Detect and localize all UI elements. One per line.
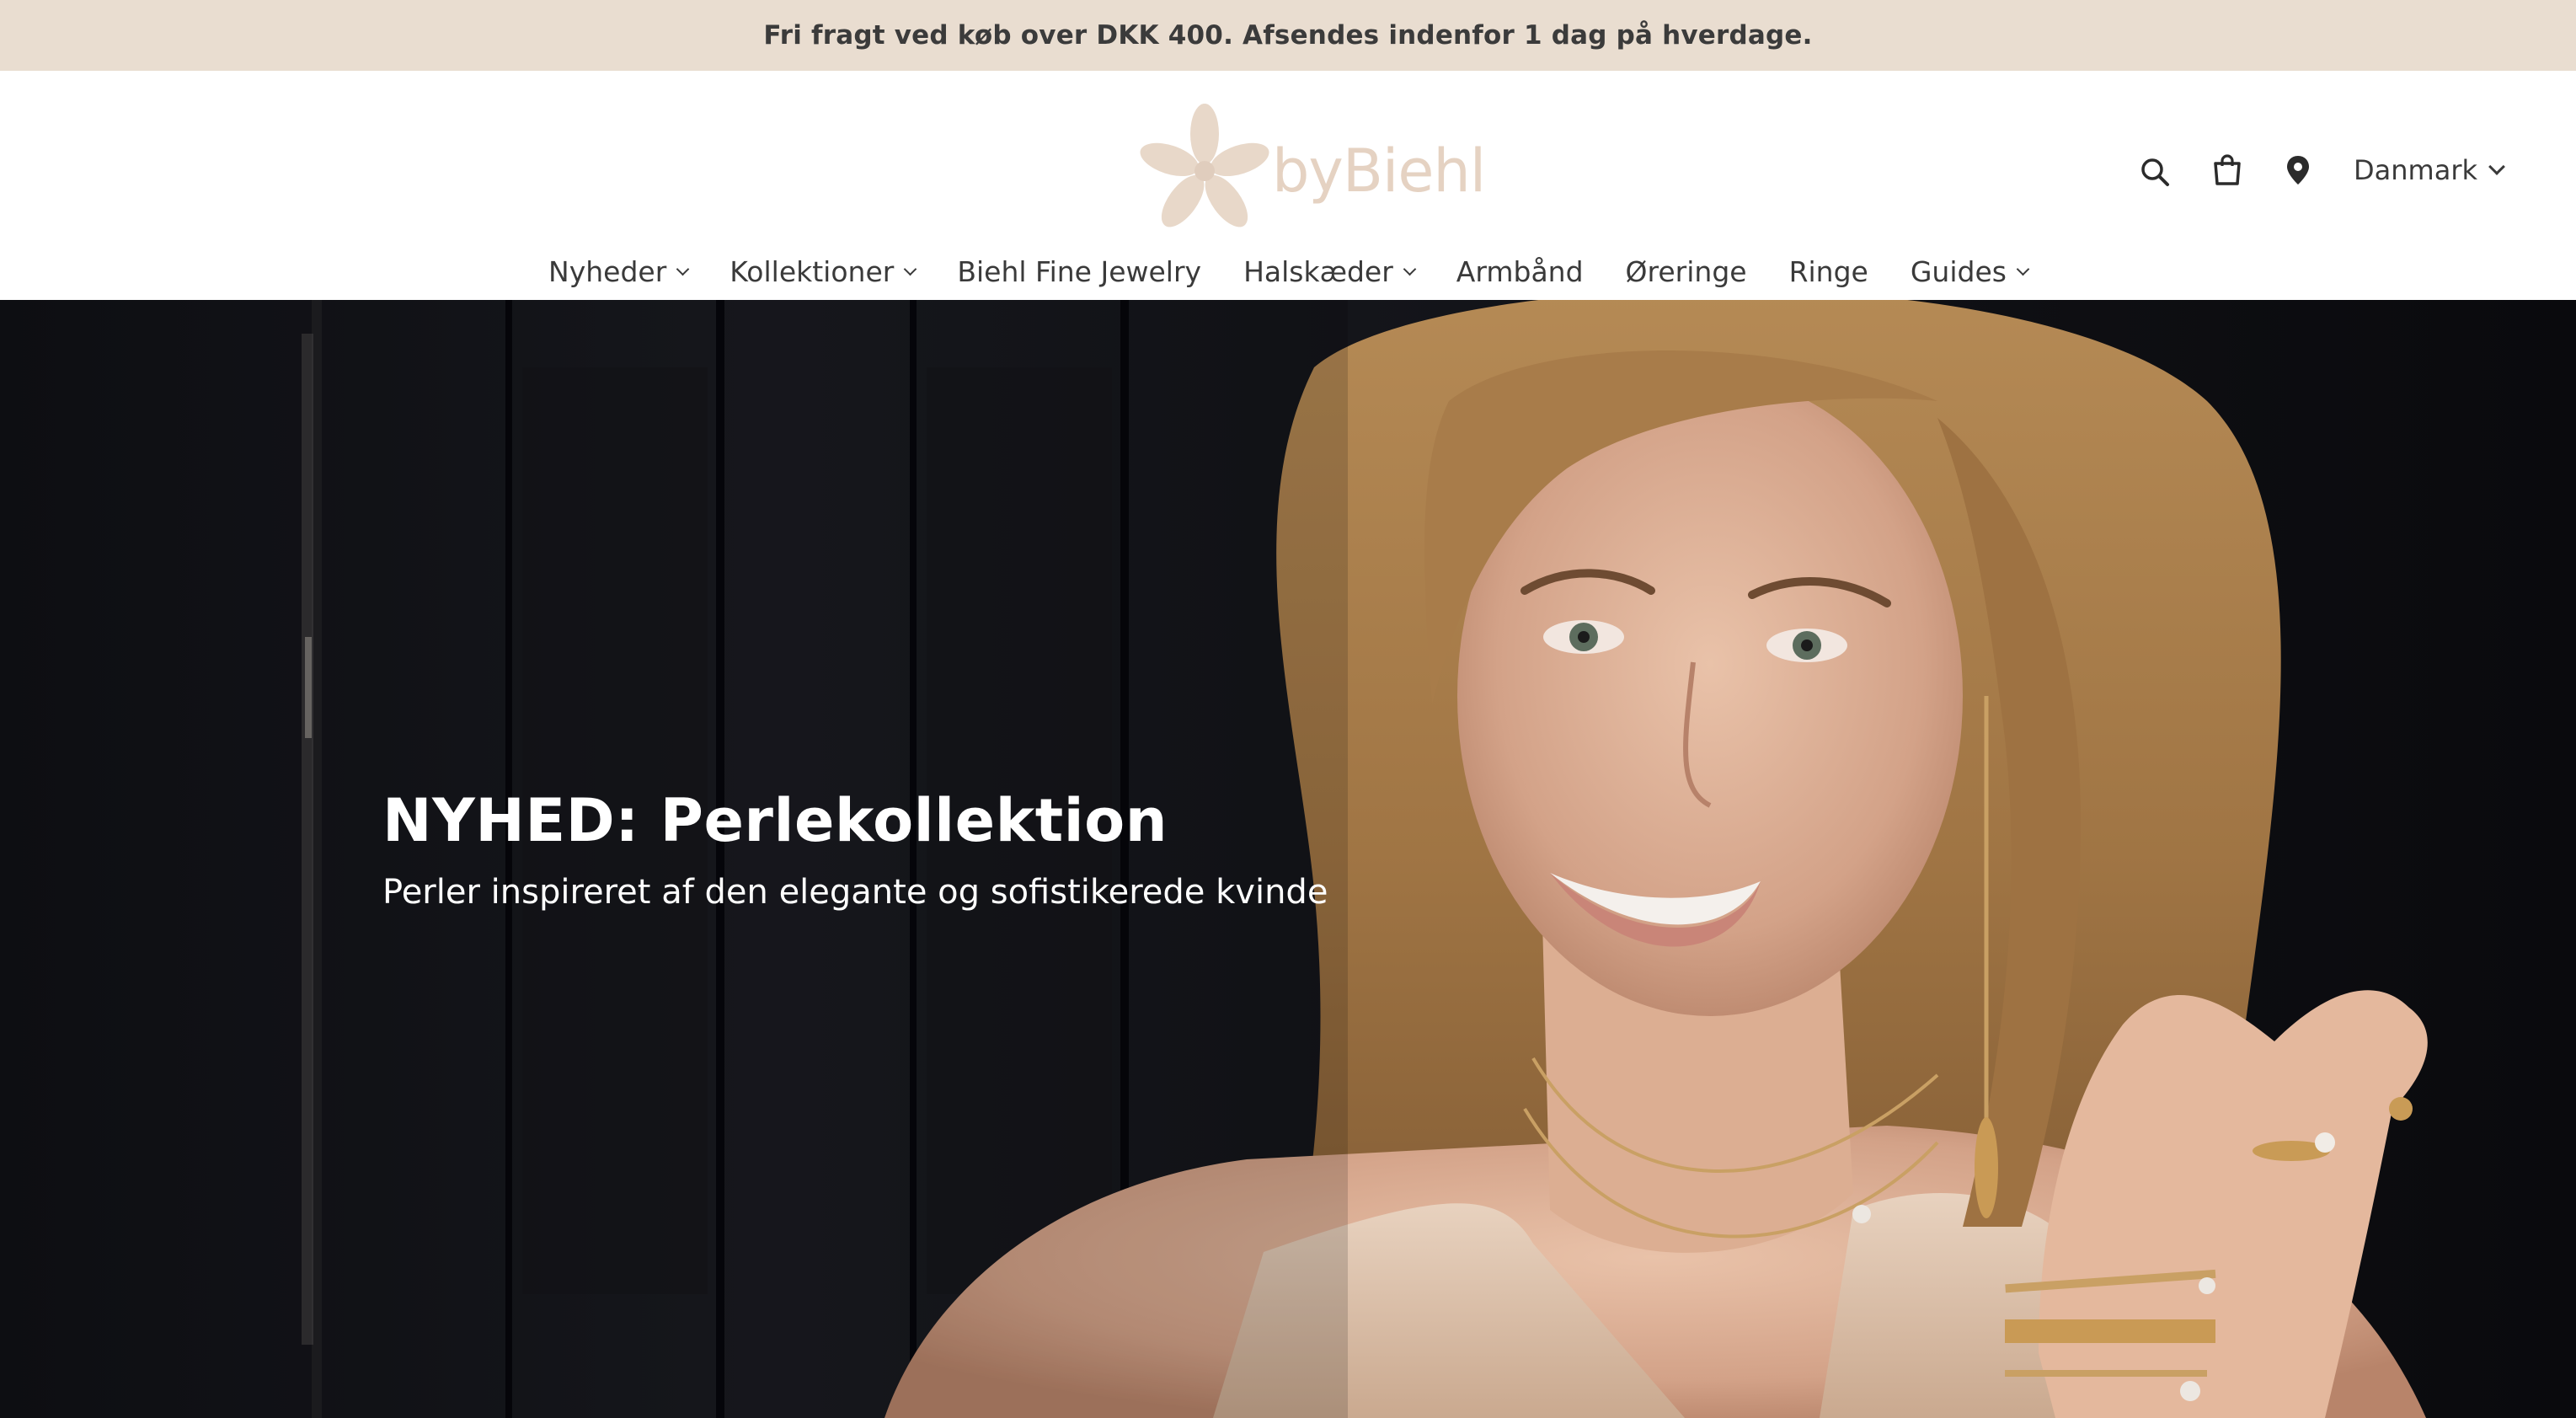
announcement-text: Fri fragt ved køb over DKK 400. Afsendes… — [763, 20, 1813, 51]
nav-item-label: Nyheder — [548, 254, 667, 288]
main-nav: Nyheder Kollektioner Biehl Fine Jewelry … — [0, 246, 2576, 297]
chevron-down-icon — [1403, 262, 1417, 276]
nav-item-oreringe[interactable]: Øreringe — [1626, 255, 1747, 288]
nav-item-ringe[interactable]: Ringe — [1789, 255, 1868, 288]
country-selector[interactable]: Danmark — [2354, 150, 2505, 190]
search-button[interactable] — [2131, 148, 2178, 195]
flower-icon — [1140, 104, 1269, 227]
nav-item-label: Øreringe — [1625, 254, 1747, 288]
logo-text: byBiehl — [1272, 136, 1486, 206]
nav-item-biehl-fine-jewelry[interactable]: Biehl Fine Jewelry — [957, 255, 1201, 288]
store-locator-button[interactable] — [2274, 147, 2322, 194]
nav-item-label: Biehl Fine Jewelry — [957, 254, 1202, 288]
chevron-down-icon — [676, 262, 690, 276]
country-label: Danmark — [2354, 154, 2477, 186]
nav-item-halskaeder[interactable]: Halskæder — [1243, 254, 1417, 288]
chevron-down-icon — [2016, 262, 2030, 276]
nav-item-label: Kollektioner — [730, 254, 895, 288]
nav-item-label: Halskæder — [1243, 254, 1393, 288]
chevron-down-icon — [904, 262, 917, 276]
hero-title: NYHED: Perlekollektion — [382, 786, 1168, 855]
nav-item-guides[interactable]: Guides — [1910, 254, 2030, 288]
nav-item-label: Armbånd — [1456, 254, 1584, 288]
nav-item-armbaand[interactable]: Armbånd — [1456, 255, 1584, 288]
nav-item-label: Guides — [1910, 254, 2007, 288]
nav-item-kollektioner[interactable]: Kollektioner — [730, 254, 917, 288]
hero-subtitle: Perler inspireret af den elegante og sof… — [382, 873, 1328, 912]
nav-item-nyheder[interactable]: Nyheder — [548, 254, 690, 288]
logo-link[interactable]: byBiehl — [1136, 101, 1486, 241]
hero-text: NYHED: Perlekollektion Perler inspireret… — [382, 789, 1328, 912]
hero-banner[interactable]: NYHED: Perlekollektion Perler inspireret… — [0, 300, 2576, 1418]
nav-item-label: Ringe — [1788, 254, 1868, 288]
chevron-down-icon — [2488, 158, 2505, 175]
cart-button[interactable] — [2204, 147, 2251, 194]
cart-icon — [2214, 154, 2241, 185]
announcement-bar: Fri fragt ved køb over DKK 400. Afsendes… — [0, 0, 2576, 71]
location-pin-icon — [2287, 156, 2309, 185]
search-icon — [2141, 158, 2169, 186]
